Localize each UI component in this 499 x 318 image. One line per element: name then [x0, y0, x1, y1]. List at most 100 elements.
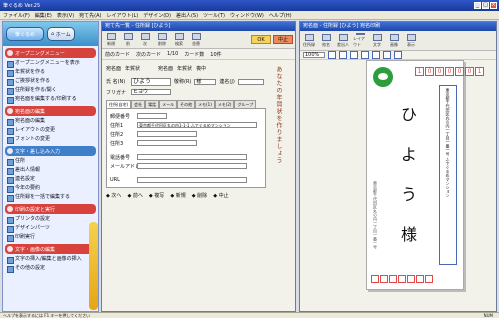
sidebar-scroll-ribbon[interactable] — [89, 222, 98, 310]
section-print[interactable]: 印刷の設定と実行 — [5, 204, 96, 214]
minimize-button[interactable]: _ — [474, 2, 481, 9]
zip-digit-box[interactable] — [361, 51, 369, 59]
menu-layout[interactable]: レイアウト(L) — [107, 12, 139, 19]
postcard-preview[interactable]: 1 0 0 0 0 0 1 東京都千代田区丸の内一丁目一番一号 ふでぐるめマンシ… — [366, 60, 484, 290]
prev-link[interactable]: ◆ 前へ — [127, 192, 142, 199]
joint-field[interactable] — [237, 78, 264, 85]
tab-group[interactable]: グループ — [234, 100, 257, 108]
sidebar-item[interactable]: 年賀状を作る — [3, 68, 98, 77]
section-text-input[interactable]: 文字・差し込み入力 — [5, 146, 96, 156]
zip-digit-box[interactable] — [383, 51, 391, 59]
menu-design[interactable]: デザイン(D) — [143, 12, 171, 19]
menu-address[interactable]: 宛て先(A) — [79, 12, 101, 19]
check-label[interactable]: 年賀状 — [125, 65, 140, 72]
menu-window[interactable]: ウィンドウ(W) — [230, 12, 264, 19]
zip-digit-box[interactable] — [394, 51, 402, 59]
check-label[interactable]: 宛名面 — [158, 65, 173, 72]
next-card-link[interactable]: 次のカード — [136, 51, 161, 58]
sidebar-item[interactable]: 連名設定 — [3, 175, 98, 184]
zip-digit: 0 — [455, 67, 464, 76]
sidebar-item[interactable]: 住所録を作る/開く — [3, 86, 98, 95]
tab-memo1[interactable]: メモ(1) — [195, 100, 215, 108]
sidebar-item[interactable]: 宛名面の編集 — [3, 117, 98, 126]
prev-card-link[interactable]: 前のカード — [105, 51, 130, 58]
sidebar-item[interactable]: 文字の挿入/編集と画像の挿入 — [3, 255, 98, 264]
prev-button[interactable]: 前 — [121, 32, 135, 47]
sort-button[interactable]: 並替 — [189, 32, 203, 47]
tab-phone[interactable]: 電話 — [145, 100, 160, 108]
recipient-button[interactable]: 宛名 — [319, 33, 333, 48]
view-button[interactable]: 表示 — [404, 33, 418, 48]
close-button[interactable]: × — [490, 2, 497, 9]
sidebar-item[interactable]: 住所 — [3, 157, 98, 166]
tab-company[interactable]: 会社 — [131, 100, 146, 108]
addressbook-button[interactable]: 住所録 — [302, 33, 316, 48]
menu-view[interactable]: 表示(V) — [57, 12, 74, 19]
cancel-button[interactable]: 中止 — [273, 35, 293, 44]
section-opening[interactable]: オープニングメニュー — [5, 48, 96, 58]
sidebar-item[interactable]: 差出人情報 — [3, 166, 98, 175]
menu-edit[interactable]: 編集(E) — [35, 12, 52, 19]
sidebar-item[interactable]: その他の設定 — [3, 264, 98, 273]
section-address-edit[interactable]: 宛名面の編集 — [5, 106, 96, 116]
zip-code: 1 0 0 0 0 0 1 — [415, 67, 484, 76]
sender-area[interactable]: 東京都千代田区丸の内一丁目一番一号 — [373, 181, 385, 273]
name-field[interactable]: ひよう — [131, 77, 171, 86]
address-frame[interactable]: 東京都千代田区丸の内一丁目一番一号 ふでぐるめマンション — [439, 85, 457, 265]
zip-digit-box[interactable] — [350, 51, 358, 59]
window-title: 宛て先一覧 - 住所録 [ひよう] — [102, 22, 295, 31]
menu-sender[interactable]: 差出人(S) — [176, 12, 198, 19]
title-field[interactable]: 様 — [194, 78, 217, 85]
delete-link[interactable]: ◆ 削除 — [192, 192, 207, 199]
cancel-link[interactable]: ◆ 中止 — [213, 192, 228, 199]
sidebar-item[interactable]: プリンタの設定 — [3, 215, 98, 224]
image-button[interactable]: 画像 — [387, 33, 401, 48]
tab-memo2[interactable]: メモ(2) — [214, 100, 235, 108]
check-label[interactable]: 年賀状 — [177, 65, 192, 72]
sidebar-item[interactable]: レイアウトの変更 — [3, 126, 98, 135]
mail-field[interactable] — [137, 163, 247, 169]
zoom-select[interactable]: 100% — [303, 52, 325, 58]
layout-button[interactable]: レイアウト — [353, 33, 367, 48]
zip-digit-box[interactable] — [339, 51, 347, 59]
menu-file[interactable]: ファイル(F) — [3, 12, 30, 19]
url-field[interactable] — [137, 177, 247, 183]
ok-button[interactable]: OK — [251, 35, 271, 44]
next-button[interactable]: 次 — [138, 32, 152, 47]
check-label[interactable]: 喪中 — [196, 65, 206, 72]
zip-digit-box[interactable] — [328, 51, 336, 59]
sidebar-item[interactable]: デザインパーツ — [3, 224, 98, 233]
text-button[interactable]: 文字 — [370, 33, 384, 48]
tab-mail[interactable]: メール — [159, 100, 178, 108]
menu-tools[interactable]: ツール(T) — [203, 12, 225, 19]
tel-field[interactable] — [137, 154, 247, 160]
sidebar-item[interactable]: オープニングメニューを表示 — [3, 59, 98, 68]
menu-help[interactable]: ヘルプ(H) — [269, 12, 292, 19]
check-label[interactable]: 宛名面 — [106, 65, 121, 72]
sidebar-item[interactable]: 今年の要約 — [3, 184, 98, 193]
tab-home-address[interactable]: 住所(自宅) — [106, 100, 132, 108]
copy-link[interactable]: ◆ 複写 — [149, 192, 164, 199]
home-button[interactable]: ⌂ ホーム — [47, 27, 75, 41]
zip-field[interactable] — [137, 113, 167, 119]
sidebar-item[interactable]: 宛名面を編集する/印刷する — [3, 95, 98, 104]
delete-button[interactable]: 削除 — [155, 32, 169, 47]
addr1-field[interactable]: 東京都千代田区丸の内1-1-1 ふでぐるめマンション — [137, 122, 257, 128]
sender-button[interactable]: 差出人 — [336, 33, 350, 48]
sidebar-item[interactable]: フォントの変更 — [3, 135, 98, 144]
next-link[interactable]: ◆ 次へ — [106, 192, 121, 199]
kana-field[interactable]: ヒヨウ — [131, 89, 171, 95]
recipient-name[interactable]: ひ よ う 様 — [397, 101, 421, 271]
new-button[interactable]: 新規 — [104, 32, 118, 47]
sidebar-item[interactable]: 住所録を一括で編集する — [3, 193, 98, 202]
zip-digit-box[interactable] — [372, 51, 380, 59]
section-text-image[interactable]: 文字・画像の編集 — [5, 244, 96, 254]
search-button[interactable]: 検索 — [172, 32, 186, 47]
sidebar-item[interactable]: 印刷実行 — [3, 233, 98, 242]
addr2-field[interactable] — [137, 131, 197, 137]
sidebar-item[interactable]: ご挨拶状を作る — [3, 77, 98, 86]
tab-other[interactable]: その他 — [177, 100, 196, 108]
addr3-field[interactable] — [137, 140, 197, 146]
maximize-button[interactable]: □ — [482, 2, 489, 9]
new-link[interactable]: ◆ 新規 — [170, 192, 185, 199]
